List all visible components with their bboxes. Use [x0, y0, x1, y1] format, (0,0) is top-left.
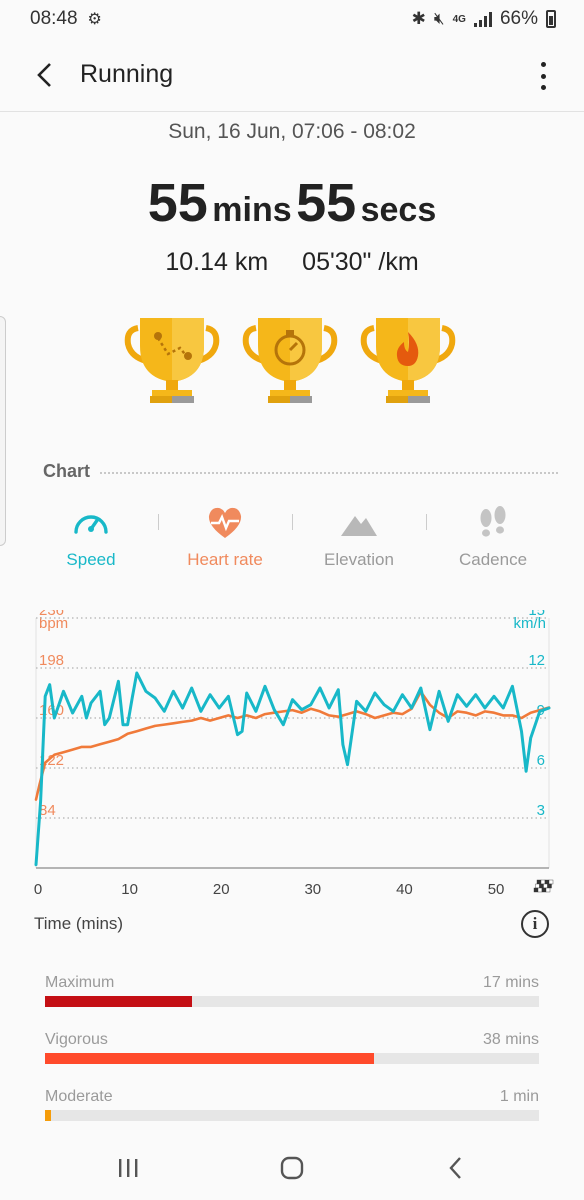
- tab-cadence[interactable]: Cadence: [426, 500, 560, 580]
- system-nav-bar: [0, 1135, 584, 1200]
- dotted-divider: [100, 472, 558, 474]
- duration-seconds: 55: [296, 173, 357, 233]
- metric-tabs: Speed Heart rate Elevation Cadence: [24, 500, 560, 580]
- finish-flag-cell: [544, 879, 550, 885]
- finish-flag-cell: [535, 883, 540, 889]
- bluetooth-icon: ✱: [411, 9, 426, 28]
- finish-flag-cell: [537, 887, 543, 893]
- mute-icon: 🔇︎: [433, 9, 445, 28]
- pace-value: 05'30" /km: [302, 248, 419, 276]
- flame-trophy-icon[interactable]: [360, 312, 456, 408]
- back-arrow-icon: [37, 63, 51, 87]
- duration-seconds-unit: secs: [360, 191, 437, 229]
- zone-track: [45, 1110, 539, 1121]
- workout-duration: 55 mins 55 secs: [0, 172, 584, 234]
- zone-bar: [45, 1110, 51, 1121]
- x-tick-label: 50: [488, 881, 505, 898]
- zone-moderate: Moderate 1 min: [45, 1088, 539, 1121]
- tab-speed[interactable]: Speed: [24, 500, 158, 580]
- tab-heart-rate[interactable]: Heart rate: [158, 500, 292, 580]
- zone-label: Vigorous: [45, 1031, 108, 1048]
- right-tick-label: 6: [537, 752, 545, 769]
- trophy-row: [0, 312, 584, 412]
- finish-flag-cell: [548, 879, 554, 885]
- tab-elevation-label: Elevation: [324, 550, 394, 569]
- x-tick-label: 10: [121, 881, 138, 898]
- tab-speed-label: Speed: [66, 550, 116, 569]
- back-nav-icon[interactable]: [441, 1153, 471, 1183]
- more-options-button[interactable]: [538, 62, 548, 90]
- right-tick-label: 15: [528, 610, 545, 619]
- page-title: Running: [80, 60, 174, 88]
- zone-value: 17 mins: [482, 974, 539, 991]
- duration-minutes: 55: [147, 173, 208, 233]
- chart-section-label: Chart: [43, 460, 91, 481]
- finish-flag-cell: [533, 887, 539, 893]
- distance-value: 10.14 km: [165, 248, 269, 276]
- finish-flag-cell: [547, 883, 552, 889]
- recent-apps-icon[interactable]: [113, 1153, 143, 1183]
- network-type-icon: 4G: [452, 13, 466, 25]
- footsteps-icon: [480, 506, 506, 537]
- left-tick-label: 236: [39, 610, 64, 619]
- stopwatch-trophy-icon[interactable]: [242, 312, 338, 408]
- heart-rate-icon: [208, 507, 242, 538]
- chart-section-header: Chart: [43, 460, 558, 482]
- x-axis-title: Time (mins): [34, 914, 124, 933]
- finish-flag-cell: [539, 883, 544, 889]
- finish-flag-cell: [545, 887, 551, 893]
- finish-flag-cell: [543, 883, 548, 889]
- status-icons: ✱ 🔇︎ 4G 66%: [412, 8, 556, 30]
- zone-value: 1 min: [499, 1088, 539, 1105]
- zone-track: [45, 996, 539, 1007]
- x-tick-label: 40: [396, 881, 413, 898]
- x-tick-label: 20: [213, 881, 230, 898]
- status-bar: 08:48 ⚙ ✱ 🔇︎ 4G 66%: [0, 0, 584, 38]
- zone-label: Moderate: [45, 1088, 113, 1105]
- route-trophy-icon[interactable]: [124, 312, 220, 408]
- zone-bar: [45, 1053, 374, 1064]
- info-button[interactable]: i: [521, 910, 549, 938]
- tab-elevation[interactable]: Elevation: [292, 500, 426, 580]
- zone-label: Maximum: [45, 974, 115, 991]
- zone-track: [45, 1053, 539, 1064]
- x-tick-label: 0: [34, 881, 42, 898]
- finish-flag-cell: [540, 879, 546, 885]
- status-time: 08:48: [30, 8, 78, 29]
- notification-icon: ⚙: [87, 11, 102, 28]
- tab-cadence-label: Cadence: [458, 550, 528, 569]
- signal-icon: [473, 11, 492, 27]
- battery-icon: [546, 10, 556, 28]
- workout-stats: 10.14 km 05'30" /km: [0, 248, 584, 277]
- speedometer-icon: [74, 515, 108, 534]
- back-button[interactable]: [30, 60, 60, 90]
- left-tick-label: 198: [39, 652, 64, 669]
- zone-vigorous: Vigorous 38 mins: [45, 1031, 539, 1064]
- speed-line: [34, 671, 551, 867]
- tab-heart-rate-label: Heart rate: [187, 550, 263, 569]
- zone-maximum: Maximum 17 mins: [45, 974, 539, 1007]
- zone-bar: [45, 996, 193, 1007]
- home-icon[interactable]: [277, 1153, 307, 1183]
- app-bar: Running: [0, 40, 584, 112]
- right-tick-label: 12: [528, 652, 545, 669]
- battery-percent: 66%: [499, 8, 538, 29]
- duration-minutes-unit: mins: [212, 191, 292, 229]
- speed-heart-rate-chart: bpm km/h2361981601228415129630 10 20 30 40 50: [34, 610, 554, 898]
- mountain-icon: [341, 516, 377, 536]
- x-tick-label: 30: [304, 881, 321, 898]
- zone-value: 38 mins: [482, 1031, 539, 1048]
- workout-date: Sun, 16 Jun, 07:06 - 08:02: [168, 120, 416, 143]
- finish-flag-cell: [541, 887, 547, 893]
- right-tick-label: 3: [537, 802, 545, 819]
- finish-flag-cell: [536, 879, 542, 885]
